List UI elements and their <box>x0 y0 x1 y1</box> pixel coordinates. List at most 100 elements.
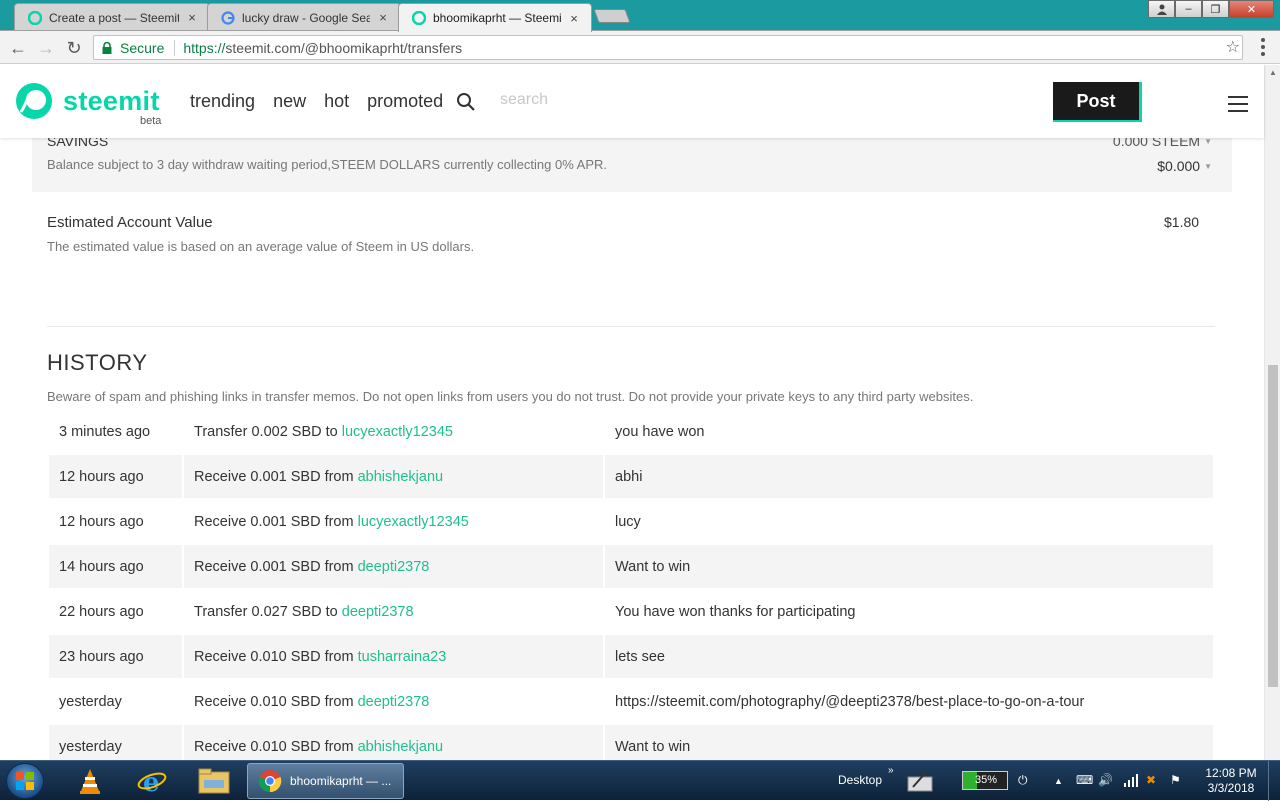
history-user-link[interactable]: deepti2378 <box>358 559 430 575</box>
history-time: 22 hours ago <box>59 603 144 620</box>
battery-indicator[interactable]: 35% <box>962 771 1008 790</box>
history-action-text: Transfer 0.027 SBD to <box>194 603 342 620</box>
internet-explorer-taskbar-icon[interactable]: e <box>130 764 174 798</box>
history-action: Receive 0.010 SBD from abhishekjanu <box>184 725 603 760</box>
savings-sbd-value: $0.000 <box>1157 158 1201 174</box>
savings-description: Balance subject to 3 day withdraw waitin… <box>47 157 607 172</box>
steemit-logo[interactable]: steemit <box>15 82 160 120</box>
reload-icon[interactable]: ↻ <box>63 37 85 59</box>
history-user-link[interactable]: deepti2378 <box>358 694 430 710</box>
history-user-link[interactable]: deepti2378 <box>342 604 414 620</box>
new-tab-button[interactable] <box>593 9 631 23</box>
browser-tab-google-search[interactable]: lucky draw - Google Search × <box>207 3 401 31</box>
close-window-button[interactable]: ✕ <box>1229 0 1274 18</box>
svg-text:e: e <box>143 768 160 795</box>
history-memo: lucy <box>615 513 641 530</box>
profile-icon[interactable] <box>1148 0 1175 18</box>
post-button[interactable]: Post <box>1053 82 1142 122</box>
history-action: Receive 0.001 SBD from abhishekjanu <box>184 455 603 498</box>
browser-tab-create-post[interactable]: Create a post — Steemit × <box>14 3 210 31</box>
browser-toolbar: ← → ↻ Secure https:// steemit.com/@bhoom… <box>0 31 1280 64</box>
minimize-button[interactable]: – <box>1175 0 1202 18</box>
page-scrollbar[interactable]: ▲ <box>1264 65 1280 760</box>
caret-down-icon: ▼ <box>1204 162 1212 171</box>
tab-close-icon[interactable]: × <box>185 10 199 25</box>
chrome-menu-icon[interactable] <box>1258 36 1268 58</box>
address-bar[interactable]: Secure https:// steemit.com/@bhoomikaprh… <box>93 35 1243 60</box>
search-input[interactable] <box>500 91 700 109</box>
history-memo: you have won <box>615 423 705 440</box>
history-user-link[interactable]: lucyexactly12345 <box>342 424 453 440</box>
battery-percent: 35% <box>975 774 998 786</box>
estimated-value-description: The estimated value is based on an avera… <box>47 239 475 254</box>
nav-link-trending[interactable]: trending <box>190 91 255 112</box>
power-plug-icon[interactable]: ⏻ <box>1018 773 1028 788</box>
window-controls: – ❐ ✕ <box>1148 0 1274 18</box>
caret-down-icon: ▼ <box>1204 137 1212 146</box>
tab-title: Create a post — Steemit <box>49 10 179 25</box>
history-user-link[interactable]: lucyexactly12345 <box>358 514 469 530</box>
history-warning: Beware of spam and phishing links in tra… <box>47 389 974 404</box>
history-time: 12 hours ago <box>49 455 182 498</box>
chrome-icon <box>258 770 282 793</box>
tray-show-hidden-icon[interactable]: ▲ <box>1054 776 1063 786</box>
network-device-icon[interactable]: ⌨ <box>1076 773 1093 787</box>
clock-time: 12:08 PM <box>1205 766 1257 780</box>
steemit-header: steemit beta trending new hot promoted P… <box>0 65 1264 138</box>
action-center-flag-icon[interactable]: ⚑ <box>1170 773 1181 787</box>
tab-title: bhoomikaprht — Steemit <box>433 11 561 25</box>
toolbar-expand-icon[interactable]: » <box>888 765 894 776</box>
nav-link-promoted[interactable]: promoted <box>367 91 443 112</box>
volume-icon[interactable]: 🔊 <box>1098 773 1113 787</box>
savings-sbd-dropdown[interactable]: $0.000 ▼ <box>1157 158 1212 174</box>
wifi-signal-icon[interactable] <box>1120 771 1142 789</box>
chrome-taskbar-button[interactable]: bhoomikaprht — ... <box>247 763 404 799</box>
back-arrow-icon[interactable]: ← <box>7 37 29 59</box>
history-action: Receive 0.010 SBD from deepti2378 <box>184 680 603 723</box>
steemit-logo-icon <box>16 83 52 119</box>
search-icon[interactable] <box>456 92 476 112</box>
history-user-link[interactable]: abhishekjanu <box>358 469 443 485</box>
hamburger-menu-icon[interactable] <box>1228 96 1248 112</box>
history-table: 3 minutes ago Transfer 0.002 SBD to lucy… <box>47 408 1215 760</box>
file-explorer-taskbar-icon[interactable] <box>192 764 236 798</box>
scroll-up-arrow-icon[interactable]: ▲ <box>1269 68 1277 77</box>
table-row: 12 hours ago Receive 0.001 SBD from abhi… <box>49 455 1213 498</box>
history-user-link[interactable]: abhishekjanu <box>358 739 443 755</box>
history-action: Receive 0.001 SBD from lucyexactly12345 <box>184 500 603 543</box>
maximize-button[interactable]: ❐ <box>1202 0 1229 18</box>
forward-arrow-icon[interactable]: → <box>35 37 57 59</box>
tab-close-icon[interactable]: × <box>376 10 390 25</box>
beta-label: beta <box>140 115 162 127</box>
clock-date: 3/3/2018 <box>1207 781 1255 795</box>
pen-tablet-icon[interactable] <box>900 764 940 798</box>
vlc-taskbar-icon[interactable] <box>68 764 112 798</box>
estimated-value-amount: $1.80 <box>1164 214 1200 230</box>
show-desktop-button[interactable] <box>1268 761 1280 801</box>
vpn-tray-icon[interactable]: ✖ <box>1146 773 1156 787</box>
windows-logo-icon <box>16 772 34 790</box>
history-action: Receive 0.010 SBD from tusharraina23 <box>184 635 603 678</box>
desktop-toolbar-label[interactable]: Desktop <box>838 773 882 787</box>
secure-label: Secure <box>120 39 165 56</box>
nav-link-hot[interactable]: hot <box>324 91 349 112</box>
table-row: yesterday Receive 0.010 SBD from deepti2… <box>49 680 1213 723</box>
url-path: steemit.com/@bhoomikaprht/transfers <box>225 39 463 56</box>
header-nav: trending new hot promoted <box>190 91 443 112</box>
history-action: Transfer 0.027 SBD to deepti2378 <box>184 590 603 633</box>
scrollbar-thumb[interactable] <box>1268 365 1278 687</box>
history-memo: lets see <box>605 635 1213 678</box>
browser-tab-bhoomikaprht[interactable]: bhoomikaprht — Steemit × <box>398 3 592 32</box>
url-protocol: https:// <box>183 39 226 56</box>
table-row: 22 hours ago Transfer 0.027 SBD to deept… <box>49 590 1213 633</box>
history-memo: You have won thanks for participating <box>615 603 856 620</box>
table-row: 14 hours ago Receive 0.001 SBD from deep… <box>49 545 1213 588</box>
system-clock[interactable]: 12:08 PM 3/3/2018 <box>1196 766 1266 796</box>
steemit-favicon-icon <box>27 10 43 26</box>
bookmark-star-icon[interactable]: ☆ <box>1226 37 1240 57</box>
history-user-link[interactable]: tusharraina23 <box>358 649 447 665</box>
address-separator <box>174 39 176 56</box>
nav-link-new[interactable]: new <box>273 91 306 112</box>
windows-start-button[interactable] <box>6 763 44 799</box>
tab-close-icon[interactable]: × <box>567 11 581 26</box>
